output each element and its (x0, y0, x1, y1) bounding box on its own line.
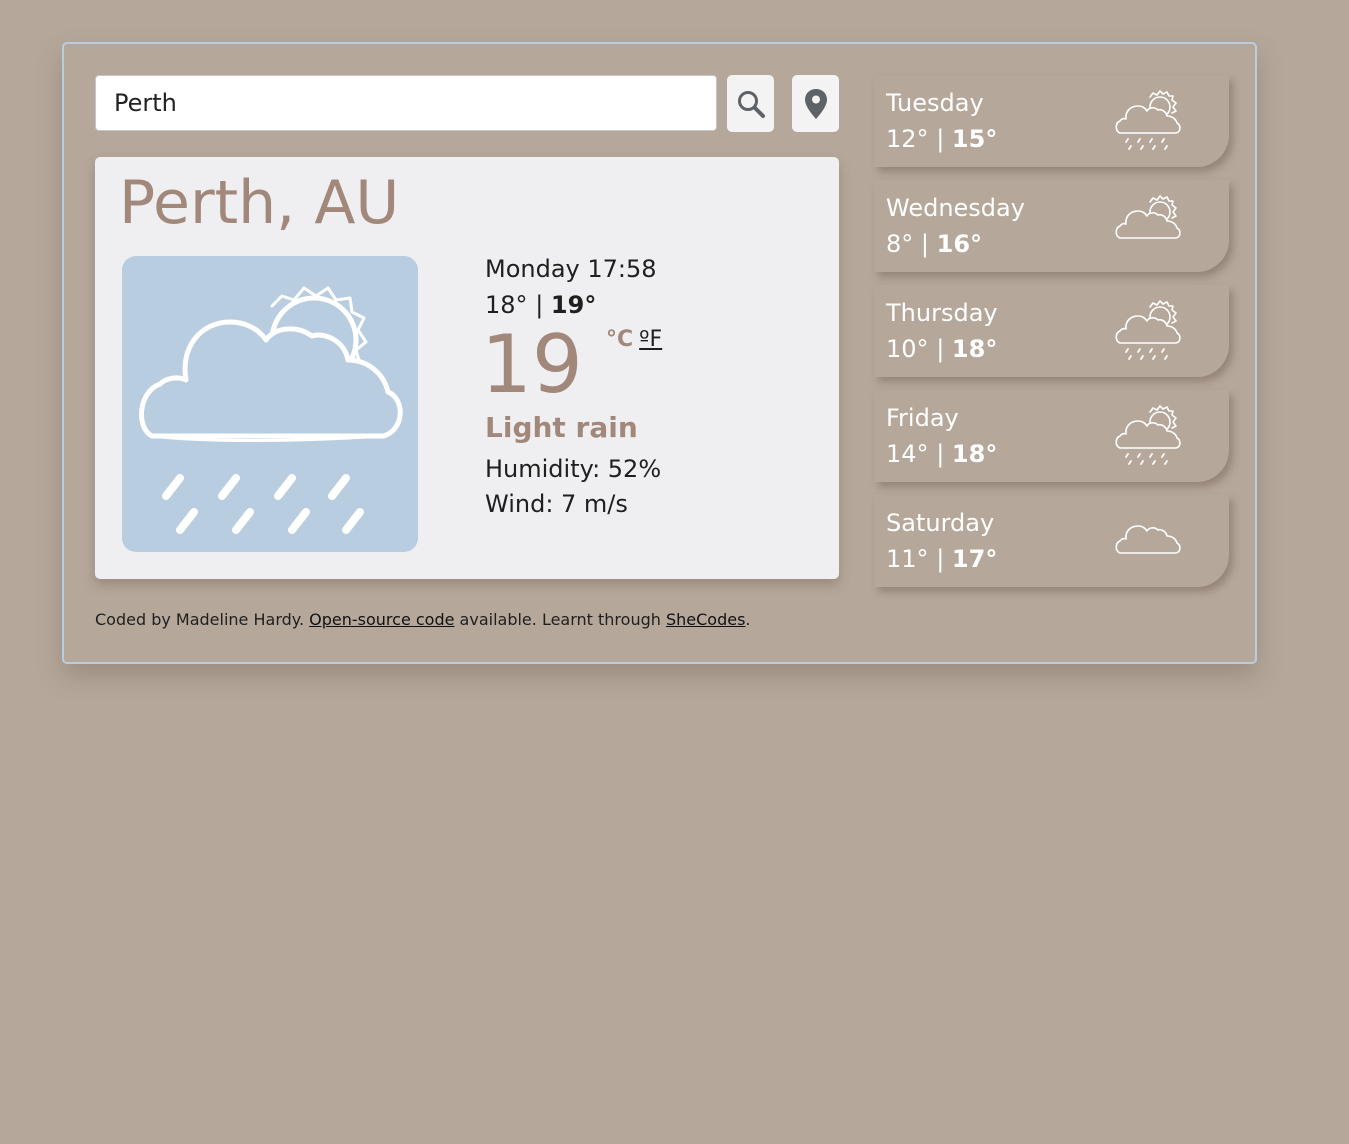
sun-behind-rain-cloud-icon (1115, 405, 1181, 465)
sun-behind-rain-cloud-icon (1115, 300, 1181, 360)
footer-credit: Coded by Madeline Hardy. (95, 610, 305, 629)
forecast-max-temp: 18° (951, 335, 998, 363)
current-location-button[interactable] (792, 75, 839, 132)
forecast-min-temp: 8° (886, 230, 914, 258)
cloud-icon (1115, 525, 1181, 554)
forecast-day-temps: 10° | 18° (886, 335, 997, 363)
forecast-day-temps: 12° | 15° (886, 125, 997, 153)
forecast-day-card: Tuesday 12° | 15° (874, 75, 1229, 167)
search-button[interactable] (727, 75, 774, 132)
current-datetime: Monday 17:58 (485, 255, 657, 283)
forecast-min-temp: 14° (886, 440, 929, 468)
footer-middle-text: available. Learnt through (459, 610, 661, 629)
forecast-day-icon (1114, 404, 1186, 474)
temp-separator: | (936, 440, 945, 468)
forecast-min-temp: 10° (886, 335, 929, 363)
sun-behind-cloud-icon (1115, 195, 1181, 239)
city-search-input[interactable] (95, 75, 717, 131)
fahrenheit-link[interactable]: ºF (639, 327, 662, 352)
forecast-max-temp: 15° (951, 125, 998, 153)
forecast-day-icon (1114, 509, 1186, 579)
current-temperature: 19 (481, 318, 583, 411)
forecast-max-temp: 18° (951, 440, 998, 468)
forecast-day-card: Thursday 10° | 18° (874, 285, 1229, 377)
temp-separator: | (920, 230, 930, 258)
forecast-day-card: Saturday 11° | 17° (874, 495, 1229, 587)
forecast-day-card: Wednesday 8° | 16° (874, 180, 1229, 272)
celsius-link[interactable]: °C (606, 327, 633, 352)
sun-behind-rain-cloud-icon (1115, 90, 1181, 150)
shecodes-link[interactable]: SheCodes (666, 610, 745, 629)
location-pin-icon (804, 88, 827, 119)
search-icon (737, 90, 765, 118)
forecast-day-icon (1114, 89, 1186, 159)
forecast-day-icon (1114, 194, 1186, 264)
temp-separator: | (936, 335, 945, 363)
forecast-day-name: Friday (886, 404, 959, 432)
forecast-day-temps: 8° | 16° (886, 230, 982, 258)
sun-behind-rain-cloud-icon (139, 286, 403, 534)
forecast-day-card: Friday 14° | 18° (874, 390, 1229, 482)
footer: Coded by Madeline Hardy. Open-source cod… (95, 610, 751, 629)
wind-speed: Wind: 7 m/s (485, 490, 628, 518)
forecast-max-temp: 17° (951, 545, 998, 573)
forecast-day-name: Thursday (886, 299, 998, 327)
current-weather-icon-tile (122, 256, 418, 552)
forecast-day-icon (1114, 299, 1186, 369)
forecast-min-temp: 11° (886, 545, 929, 573)
open-source-code-link[interactable]: Open-source code (309, 610, 454, 629)
humidity: Humidity: 52% (485, 455, 662, 483)
temp-separator: | (936, 125, 945, 153)
current-weather-card: Perth, AU Monday 17:58 18° | 19° 19 °C º… (95, 157, 839, 579)
forecast-day-temps: 11° | 17° (886, 545, 997, 573)
forecast-day-name: Wednesday (886, 194, 1025, 222)
forecast-min-temp: 12° (886, 125, 929, 153)
forecast-day-name: Saturday (886, 509, 995, 537)
forecast-day-name: Tuesday (886, 89, 984, 117)
footer-period: . (745, 610, 751, 629)
forecast-day-temps: 14° | 18° (886, 440, 997, 468)
forecast-max-temp: 16° (936, 230, 983, 258)
weather-description: Light rain (485, 411, 638, 444)
unit-switcher: °C ºF (606, 327, 662, 352)
city-name: Perth, AU (119, 168, 400, 238)
weather-app-container: Perth, AU (62, 42, 1257, 664)
temp-separator: | (936, 545, 945, 573)
